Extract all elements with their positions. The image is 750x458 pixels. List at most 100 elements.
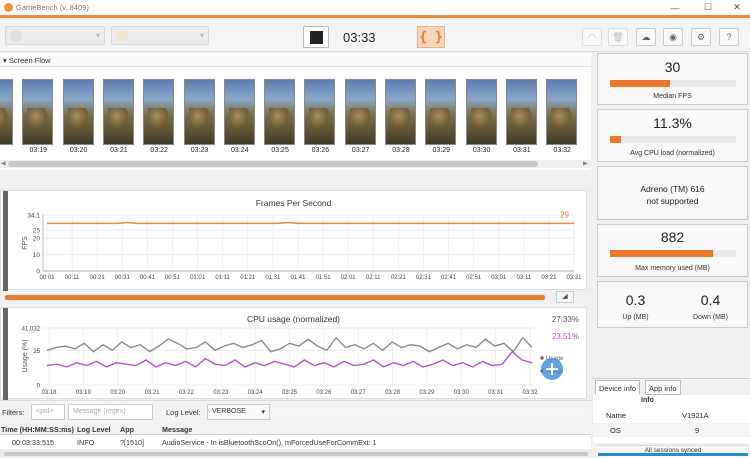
column-header-message[interactable]: Message (162, 425, 192, 434)
stop-button[interactable] (303, 26, 329, 48)
screen-flow-thumbnail[interactable] (183, 79, 215, 145)
y-tick-label: 34.1 (27, 213, 40, 220)
thumbnail-timestamp: 03:25 (271, 147, 289, 154)
x-tick-label: 03:23 (213, 390, 229, 396)
log-row[interactable]: 00:03:33:515 INFO ?[1510] AudioService -… (0, 435, 591, 449)
x-tick-label: 03:18 (41, 390, 57, 396)
x-tick-label: 02:31 (416, 275, 432, 281)
screen-flow-thumbnail[interactable] (102, 79, 134, 145)
close-icon[interactable]: ✕ (722, 0, 750, 15)
screen-flow-thumbnail[interactable] (425, 79, 457, 145)
window-title: GameBench (v. 8409) (16, 3, 89, 12)
pid-filter-input[interactable]: <pid> (31, 404, 65, 420)
screen-flow-thumbnail[interactable] (304, 79, 336, 145)
fps-zoom-button[interactable]: ◢ (556, 291, 574, 303)
fps-current-value: 29 (560, 210, 569, 219)
screen-flow-header[interactable]: ▾ Screen Flow (0, 53, 591, 67)
info-column-header: Info (641, 397, 654, 404)
message-filter-input[interactable]: Message (regex) (68, 404, 153, 420)
thumbnail-timestamp: 03:24 (231, 147, 249, 154)
screen-flow-thumbnail[interactable] (22, 79, 54, 145)
column-header-time[interactable]: Time (HH:MM:SS:ms) (1, 425, 74, 434)
session-timer: 03:33 (343, 30, 376, 45)
device-tabs: Device info App info (593, 378, 750, 395)
x-tick-label: 03:24 (248, 390, 264, 396)
scrollbar-thumb[interactable] (8, 161, 538, 167)
log-level-select[interactable]: VERBOSE ▾ (207, 404, 270, 420)
minimize-icon[interactable]: — (660, 0, 690, 15)
x-tick-label: 03:22 (179, 390, 195, 396)
screen-flow-scrollbar[interactable]: ◀ ▶ (0, 160, 591, 168)
collapse-triangle-icon: ▾ (3, 56, 7, 65)
help-icon[interactable]: ? (719, 28, 739, 46)
screen-flow-thumbnail[interactable] (62, 79, 94, 145)
wifi-icon[interactable]: ◠ (582, 28, 602, 46)
x-tick-label: 03:28 (385, 390, 401, 396)
thumbnail-timestamp: 03:27 (351, 147, 370, 154)
column-header-log-level[interactable]: Log Level (77, 425, 111, 434)
json-braces-button[interactable]: { } (417, 26, 445, 48)
scrollbar-thumb[interactable] (4, 452, 588, 456)
screen-flow-thumbnail[interactable] (223, 79, 255, 145)
memory-value: 882 (660, 229, 685, 245)
device-os-row: OS 9 (593, 423, 750, 437)
tab-app-info[interactable]: App info (645, 380, 681, 395)
cloud-icon[interactable]: ☁ (636, 28, 656, 46)
trash-icon[interactable]: 🗑 (608, 28, 628, 46)
record-icon[interactable]: ◉ (663, 28, 683, 46)
device-key: Name (606, 411, 627, 420)
fps-chart: 34.1252010000:01 00:11 00:21 00:31 00:41 00:5… (22, 210, 582, 281)
thumbnail-timestamp: 03:28 (392, 147, 410, 154)
fps-time-range-slider[interactable] (5, 295, 545, 300)
y-tick-label: 0 (37, 384, 41, 390)
thumbnail-timestamp: 03:22 (150, 147, 168, 154)
x-tick-label: 01:51 (316, 275, 332, 281)
x-tick-label: 03:11 (517, 275, 532, 281)
device-dropdown[interactable]: ▾ (5, 26, 105, 45)
screen-flow-title: Screen Flow (8, 56, 51, 65)
maximize-icon[interactable]: ☐ (693, 0, 723, 15)
screen-flow-thumbnail[interactable] (505, 79, 537, 145)
gpu-status: not supported (646, 196, 699, 206)
x-tick-label: 01:41 (290, 275, 306, 281)
thumbnail-timestamp: 03:30 (472, 147, 491, 154)
fps-chart-panel: Frames Per Second 34.1 25 20 10 0 00:01 00:11 0… (0, 190, 587, 291)
device-value: V1921A (682, 411, 709, 420)
x-tick-label: 03:21 (145, 390, 161, 396)
x-tick-label: 03:20 (110, 390, 126, 396)
screen-flow-thumbnail[interactable] (344, 79, 376, 145)
cpu-chart: 41,032 25 003:18 03:19 03:20 03:21 03:22 03:23 0… (22, 315, 579, 396)
x-tick-label: 02:21 (391, 275, 407, 281)
median-fps-label: Median FPS (653, 93, 692, 100)
x-tick-label: 00:11 (65, 275, 80, 281)
thumbnail-timestamp: 03:26 (311, 147, 330, 154)
scroll-right-icon[interactable]: ▶ (583, 160, 588, 167)
log-scrollbar[interactable] (0, 450, 591, 458)
y-tick-label: 25 (33, 349, 40, 355)
column-header-app[interactable]: App (120, 425, 134, 434)
device-icon (10, 30, 22, 42)
log-table-header: Time (HH:MM:SS:ms) Log Level App Message (0, 422, 591, 435)
screen-flow-thumbnail[interactable] (465, 79, 497, 145)
title-bar: GameBench (v. 8409) — ☐ ✕ (0, 0, 750, 15)
cpu-chart-panel: CPU usage (normalized) 41,032 25 0 03:18 03:… (0, 307, 587, 400)
screen-flow-thumbnail[interactable] (0, 79, 13, 145)
y-tick-label: 20 (33, 236, 41, 243)
sync-status: All sessions synced (598, 445, 748, 458)
log-level-value: VERBOSE (212, 408, 246, 415)
screen-flow-thumbnail[interactable] (264, 79, 296, 145)
screen-flow-thumbnail[interactable] (143, 79, 175, 145)
stop-icon (309, 30, 323, 44)
screen-flow-thumbnail[interactable] (546, 79, 578, 145)
settings-icon[interactable]: ⚙ (691, 28, 711, 46)
thumbnail-timestamp: 03:20 (69, 147, 88, 154)
x-tick-label: 02:51 (466, 275, 482, 281)
app-dropdown[interactable]: ▾ (111, 26, 209, 45)
screen-flow-thumbnail[interactable] (385, 79, 416, 145)
tab-device-info[interactable]: Device info (595, 380, 641, 395)
scroll-left-icon[interactable]: ◀ (1, 160, 6, 167)
chevron-down-icon: ▾ (95, 31, 100, 40)
median-fps-value: 30 (664, 59, 681, 75)
y-axis-label: Usage (%) (22, 339, 29, 372)
cpu-load-label: Avg CPU load (normalized) (630, 150, 715, 157)
